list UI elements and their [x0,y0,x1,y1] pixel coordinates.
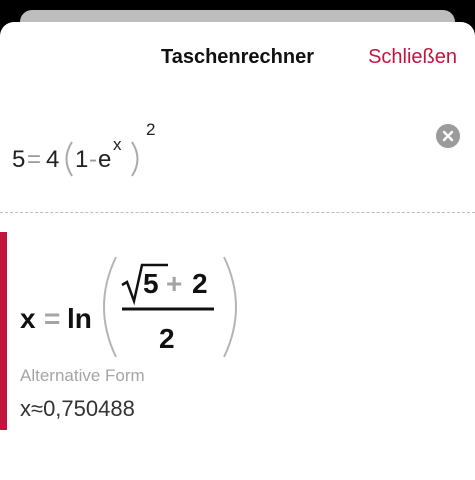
result-variable: x [20,303,36,334]
result-equals: = [44,303,60,334]
input-right-paren [131,141,139,177]
input-lhs: 5 [12,146,25,173]
result-right-paren [223,256,237,358]
approximate-value: x≈0,750488 [20,396,135,421]
close-button[interactable]: Schließen [368,46,457,69]
input-one: 1 [75,146,88,173]
result-plus: + [166,268,182,299]
calculator-sheet: Taschenrechner Schließen 5 = 4 1 - e x 2… [0,22,475,480]
input-coef: 4 [46,146,59,173]
clear-input-button[interactable] [436,124,460,148]
input-inner-exponent: x [113,135,122,154]
result-left-paren [103,256,117,358]
fraction-denominator: 2 [159,323,175,354]
result-accent-bar [0,232,7,430]
result-function: ln [67,303,92,334]
result-addend: 2 [192,268,208,299]
input-left-paren [65,141,73,177]
clear-x-icon [442,130,454,142]
result-expression: x = ln 5 + 2 2 [20,256,237,358]
sqrt-argument: 5 [143,268,159,299]
dashed-divider [0,212,475,213]
input-minus: - [89,146,97,173]
input-base: e [98,146,111,173]
input-equation[interactable]: 5 = 4 1 - e x 2 [12,114,412,184]
alternative-form-label: Alternative Form [20,366,145,385]
input-outer-exponent: 2 [146,120,155,139]
input-equals: = [27,146,41,173]
